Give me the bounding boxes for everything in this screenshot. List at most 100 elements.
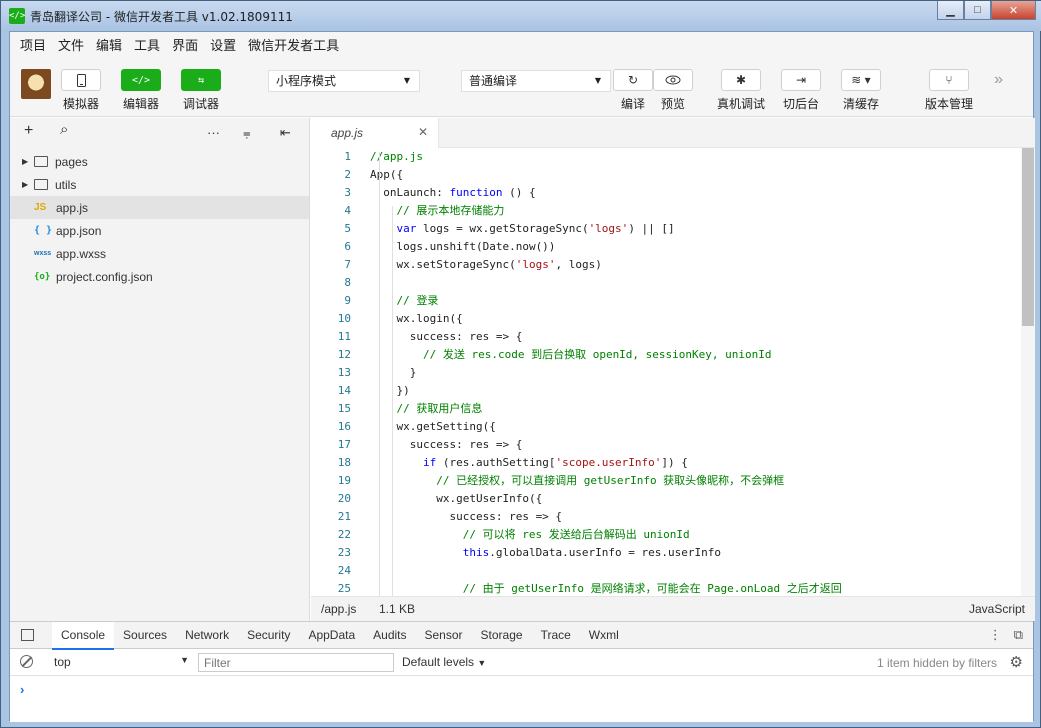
tab-network[interactable]: Network: [176, 622, 238, 649]
tab-appdata[interactable]: AppData: [299, 622, 364, 649]
menu-file[interactable]: 文件: [52, 35, 90, 54]
line-source: //app.js: [370, 150, 423, 163]
line-number: 14: [337, 384, 351, 397]
close-button[interactable]: ✕: [991, 1, 1036, 20]
line-number: 20: [337, 492, 351, 505]
code-line: 17 success: res => {: [311, 436, 1021, 454]
menu-project[interactable]: 项目: [14, 35, 52, 54]
search-icon[interactable]: ⌕: [60, 121, 68, 138]
code-line: 12 // 发送 res.code 到后台换取 openId, sessionK…: [311, 346, 1021, 364]
code-line: 22 // 可以将 res 发送给后台解码出 unionId: [311, 526, 1021, 544]
code-line: 21 success: res => {: [311, 508, 1021, 526]
maximize-button[interactable]: □: [964, 1, 991, 20]
minimize-button[interactable]: ▁: [937, 1, 964, 20]
console-prompt[interactable]: ›: [20, 682, 24, 697]
tab-console[interactable]: Console: [52, 621, 115, 650]
line-number: 10: [337, 312, 351, 325]
log-levels-value: Default levels: [402, 655, 475, 669]
more-icon[interactable]: ···: [207, 125, 220, 140]
line-source: this.globalData.userInfo = res.userInfo: [462, 546, 722, 559]
line-number: 11: [337, 330, 351, 343]
tab-security[interactable]: Security: [238, 622, 299, 649]
hidden-items-note: 1 item hidden by filters: [876, 656, 997, 670]
tree-file-app-json[interactable]: { } app.json: [10, 219, 309, 242]
toggle-sidebar-icon[interactable]: ⇤: [280, 125, 291, 141]
mode-select[interactable]: 小程序模式 ▼: [268, 70, 420, 92]
branch-icon: ⑂: [929, 69, 969, 91]
gear-icon[interactable]: ⚙: [1010, 653, 1023, 671]
line-number: 17: [337, 438, 351, 451]
user-avatar[interactable]: [21, 69, 51, 99]
menu-wechat-devtools[interactable]: 微信开发者工具: [242, 35, 345, 54]
main-toolbar: 模拟器 </> 编辑器 ⇆ 调试器 小程序模式 ▼ 普通编译 ▼ ↻ 编译 预览…: [10, 57, 1033, 117]
code-line: 20 wx.getUserInfo({: [311, 490, 1021, 508]
line-number: 5: [344, 222, 351, 235]
tab-wxml[interactable]: Wxml: [580, 622, 628, 649]
status-language[interactable]: JavaScript: [969, 602, 1025, 616]
tree-folder-utils[interactable]: ▶ utils: [10, 173, 309, 196]
tab-audits[interactable]: Audits: [364, 622, 415, 649]
compile-button[interactable]: ↻ 编译: [613, 69, 653, 112]
line-source: logs.unshift(Date.now()): [370, 240, 556, 253]
menu-settings[interactable]: 设置: [204, 35, 242, 54]
background-button[interactable]: ⇥ 切后台: [781, 69, 821, 112]
code-line: 14 }): [311, 382, 1021, 400]
line-source: // 已经授权，可以直接调用 getUserInfo 获取头像昵称，不会弹框: [370, 474, 785, 487]
explorer-toolbar: + ⌕ ··· ⩦ ⇤: [10, 118, 309, 148]
code-line: 2 App({: [311, 166, 1021, 184]
kebab-menu-icon[interactable]: ⋮: [989, 627, 1002, 643]
compile-select[interactable]: 普通编译 ▼: [461, 70, 611, 92]
tab-sources[interactable]: Sources: [114, 622, 176, 649]
editor-tab-bar: app.js ✕: [311, 118, 1035, 148]
tree-folder-pages[interactable]: ▶ pages: [10, 150, 309, 173]
log-levels-select[interactable]: Default levels ▼: [402, 655, 486, 669]
collapse-all-icon[interactable]: ⩦: [243, 125, 251, 141]
status-file-size: 1.1 KB: [379, 602, 416, 616]
menu-tools[interactable]: 工具: [128, 35, 166, 54]
tab-app-js[interactable]: app.js ✕: [311, 118, 439, 148]
scrollbar-thumb[interactable]: [1022, 148, 1034, 326]
code-area[interactable]: 1 //app.js 2 App({3 onLaunch: function () {…: [311, 148, 1021, 596]
undock-icon[interactable]: ⧉: [1014, 627, 1023, 643]
add-icon[interactable]: +: [24, 122, 33, 140]
simulator-toggle[interactable]: 模拟器: [61, 69, 101, 112]
version-button[interactable]: ⑂ 版本管理: [925, 69, 973, 112]
context-select[interactable]: top ▼: [54, 655, 189, 669]
tab-sensor[interactable]: Sensor: [416, 622, 472, 649]
tab-trace[interactable]: Trace: [532, 622, 580, 649]
line-source: // 由于 getUserInfo 是网络请求，可能会在 Page.onLoad…: [370, 582, 842, 595]
line-number: 12: [337, 348, 351, 361]
inspect-element-icon[interactable]: [21, 629, 34, 641]
tree-file-project-config[interactable]: {o} project.config.json: [10, 265, 309, 288]
tree-file-app-js[interactable]: JS app.js: [10, 196, 309, 219]
js-file-icon: JS: [34, 202, 47, 213]
menu-edit[interactable]: 编辑: [90, 35, 128, 54]
menu-interface[interactable]: 界面: [166, 35, 204, 54]
tree-item-label: pages: [55, 154, 88, 169]
remote-debug-label: 真机调试: [717, 97, 766, 111]
chevron-down-icon: ▼: [180, 655, 189, 665]
preview-button[interactable]: 预览: [653, 69, 693, 112]
line-source: wx.setStorageSync('logs', logs): [370, 258, 602, 271]
editor-toggle[interactable]: </> 编辑器: [121, 69, 161, 112]
tab-storage[interactable]: Storage: [472, 622, 532, 649]
more-tools-icon[interactable]: »: [994, 71, 1003, 89]
wechat-devtools-logo-icon: </>: [9, 8, 25, 24]
console-filter-input[interactable]: [198, 653, 394, 672]
window-controls: ▁ □ ✕: [937, 1, 1036, 21]
background-label: 切后台: [782, 97, 819, 111]
line-source: // 展示本地存储能力: [370, 204, 505, 217]
line-number: 2: [344, 168, 351, 181]
close-icon[interactable]: ✕: [418, 125, 428, 139]
tree-item-label: app.js: [56, 200, 89, 215]
clear-cache-button[interactable]: ≋ ▾ 清缓存: [841, 69, 881, 112]
code-line: 7 wx.setStorageSync('logs', logs): [311, 256, 1021, 274]
code-line: 24: [311, 562, 1021, 580]
editor-scrollbar[interactable]: [1021, 148, 1035, 596]
remote-debug-button[interactable]: ✱ 真机调试: [717, 69, 765, 112]
clear-console-icon[interactable]: [20, 655, 33, 668]
devtools-panel: Console Sources Network Security AppData…: [10, 621, 1033, 722]
debugger-toggle[interactable]: ⇆ 调试器: [181, 69, 221, 112]
line-source: // 获取用户信息: [370, 402, 483, 415]
tree-file-app-wxss[interactable]: wxss app.wxss: [10, 242, 309, 265]
